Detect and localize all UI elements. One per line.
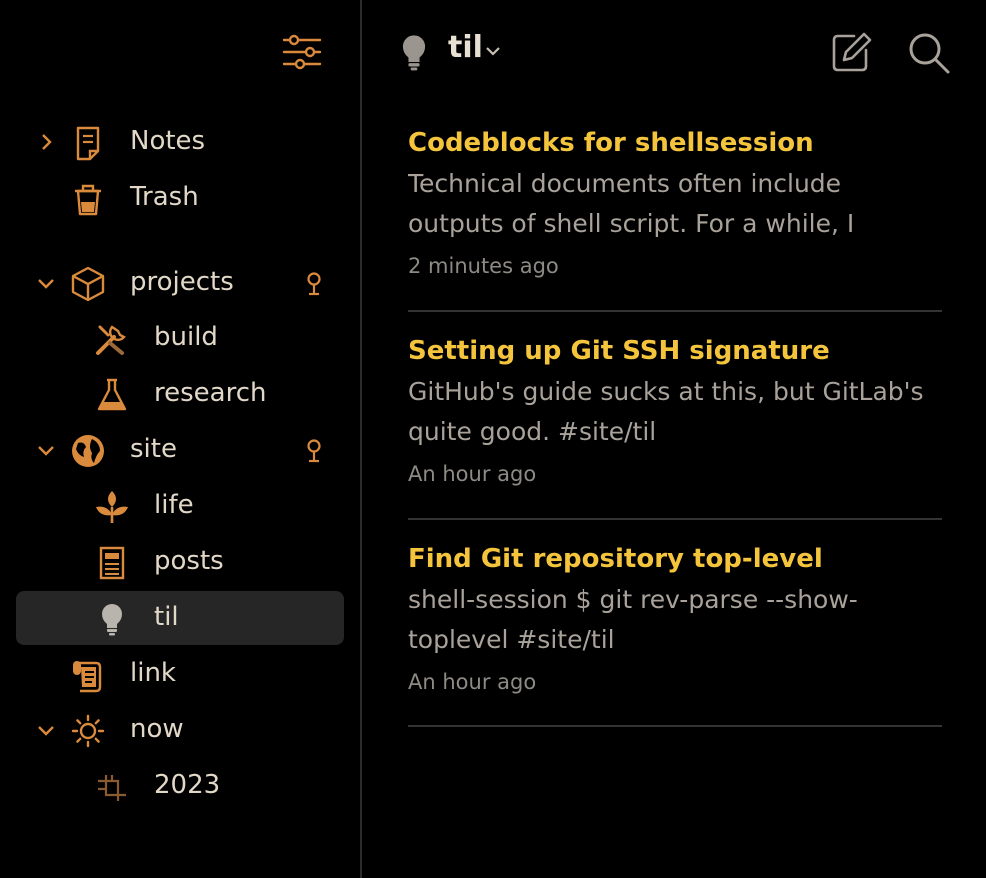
divider — [408, 725, 942, 727]
search-icon[interactable] — [906, 30, 952, 76]
pin-icon[interactable] — [302, 438, 326, 464]
sidebar-item-label: research — [154, 378, 267, 408]
divider — [408, 518, 942, 520]
chevron-right-icon[interactable] — [36, 132, 56, 152]
trash-icon — [75, 184, 101, 216]
cube-icon — [71, 266, 105, 302]
chevron-down-icon[interactable] — [484, 42, 502, 60]
chevron-down-icon[interactable] — [36, 440, 56, 460]
sidebar-item-label: life — [154, 490, 194, 520]
sidebar: Notes Trash projects build research site… — [0, 0, 360, 878]
sidebar-item-notes[interactable]: Notes — [16, 115, 344, 169]
sidebar-item-link[interactable]: link — [16, 647, 344, 701]
pin-icon[interactable] — [302, 271, 326, 297]
sidebar-item-label: 2023 — [154, 770, 221, 800]
compose-icon[interactable] — [830, 30, 874, 74]
tools-icon — [96, 325, 126, 355]
note-title: Find Git repository top-level — [408, 544, 823, 574]
note-list-panel: til Codeblocks for shellsession Technica… — [362, 0, 986, 878]
chevron-down-icon[interactable] — [36, 720, 56, 740]
sidebar-item-research[interactable]: research — [16, 367, 344, 421]
sidebar-item-life[interactable]: life — [16, 479, 344, 533]
newspaper-icon — [99, 546, 125, 580]
sidebar-item-2023[interactable]: 2023 — [16, 759, 344, 813]
note-list-item[interactable]: Codeblocks for shellsession Technical do… — [408, 126, 942, 312]
sidebar-item-build[interactable]: build — [16, 311, 344, 365]
plant-icon — [96, 491, 128, 523]
sun-icon — [71, 714, 105, 748]
sidebar-item-label: site — [130, 434, 177, 464]
sidebar-item-label: posts — [154, 546, 224, 576]
sidebar-item-now[interactable]: now — [16, 703, 344, 757]
note-list-item[interactable]: Setting up Git SSH signature GitHub's gu… — [408, 334, 942, 520]
sidebar-item-til[interactable]: til — [16, 591, 344, 645]
sidebar-item-label: projects — [130, 267, 234, 297]
sidebar-item-label: build — [154, 322, 218, 352]
divider — [408, 310, 942, 312]
sidebar-item-label: Notes — [130, 126, 206, 156]
bulb-icon — [102, 604, 122, 636]
sidebar-item-projects[interactable]: projects — [16, 256, 344, 310]
note-timestamp: 2 minutes ago — [408, 254, 559, 278]
note-title: Codeblocks for shellsession — [408, 128, 814, 158]
filter-sliders-icon[interactable] — [280, 30, 324, 74]
scroll-icon — [73, 661, 102, 693]
note-snippet: Technical documents often include output… — [408, 169, 855, 238]
globe-icon — [72, 435, 104, 467]
flask-icon — [97, 378, 127, 411]
note-icon — [76, 126, 100, 161]
sidebar-item-label: link — [130, 658, 176, 688]
sidebar-item-label: til — [154, 602, 179, 632]
sidebar-item-label: Trash — [130, 182, 199, 212]
note-timestamp: An hour ago — [408, 670, 537, 694]
sidebar-item-label: now — [130, 714, 184, 744]
note-timestamp: An hour ago — [408, 462, 537, 486]
chevron-down-icon[interactable] — [36, 273, 56, 293]
note-snippet: GitHub's guide sucks at this, but GitLab… — [408, 377, 924, 446]
sidebar-item-trash[interactable]: Trash — [16, 171, 344, 225]
note-list-item[interactable]: Find Git repository top-level shell-sess… — [408, 542, 942, 727]
bulb-icon — [402, 35, 426, 71]
page-title[interactable]: til — [448, 30, 483, 65]
sidebar-item-posts[interactable]: posts — [16, 535, 344, 589]
crop-icon — [98, 775, 126, 801]
sidebar-item-site[interactable]: site — [16, 423, 344, 477]
note-title: Setting up Git SSH signature — [408, 336, 830, 366]
note-snippet: shell-session $ git rev-parse --show-top… — [408, 585, 858, 654]
